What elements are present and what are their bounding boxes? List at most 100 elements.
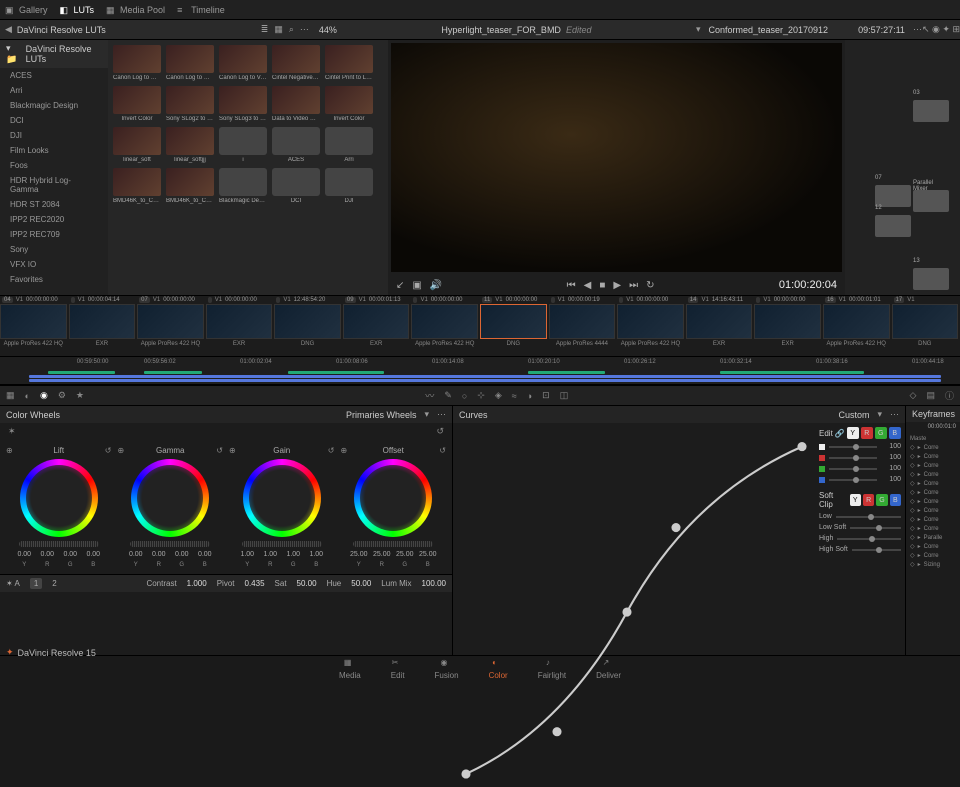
key-icon[interactable]: ◑ bbox=[527, 391, 532, 401]
jog-gamma[interactable] bbox=[130, 541, 210, 547]
sidebar-item[interactable]: Blackmagic Design bbox=[0, 98, 108, 113]
lut-item[interactable]: Cintel Print to Linear bbox=[325, 45, 373, 81]
node-2[interactable]: 2 bbox=[52, 579, 56, 588]
keyframe-row[interactable]: ◇▸Paralle bbox=[910, 534, 956, 541]
sidebar-item[interactable]: VFX IO bbox=[0, 257, 108, 272]
tab-luts[interactable]: ◧LUTs bbox=[60, 5, 95, 15]
sat-value[interactable]: 50.00 bbox=[297, 579, 317, 588]
keyframe-panel-icon[interactable]: ◇ bbox=[910, 390, 917, 401]
step-back-icon[interactable]: ◀ bbox=[584, 280, 592, 291]
slider-g[interactable] bbox=[829, 468, 877, 470]
step-fwd-icon[interactable]: ⏭ bbox=[629, 280, 638, 291]
slider-highsoft[interactable] bbox=[852, 549, 901, 551]
node-options-icon[interactable]: ⊞ bbox=[952, 24, 960, 34]
clip-thumb[interactable]: 07V100:00:00:00Apple ProRes 422 HQ bbox=[137, 296, 204, 356]
sidebar-item[interactable]: Arri bbox=[0, 83, 108, 98]
wheel-offset[interactable] bbox=[354, 459, 432, 537]
viewer-options-icon[interactable]: ⋯ bbox=[913, 24, 922, 35]
qualifier-icon[interactable]: ✎ bbox=[444, 390, 452, 401]
camera-raw-icon[interactable]: ▦ bbox=[6, 390, 15, 401]
sizing-icon[interactable]: ⊡ bbox=[542, 390, 550, 401]
clip-thumb[interactable]: V100:00:00:00EXR bbox=[754, 296, 821, 356]
page-media[interactable]: ▦Media bbox=[339, 658, 361, 680]
lut-item[interactable]: Invert Color bbox=[325, 86, 373, 122]
back-icon[interactable]: ◀ bbox=[0, 24, 17, 35]
keyframe-row[interactable]: ◇▸Corre bbox=[910, 498, 956, 505]
tab-gallery[interactable]: ▣Gallery bbox=[5, 5, 48, 15]
node-1[interactable]: 1 bbox=[30, 578, 42, 589]
lut-item[interactable]: linear_soft bbox=[113, 127, 161, 163]
loop-icon[interactable]: ↻ bbox=[646, 280, 654, 291]
clip-thumb[interactable]: V100:00:00:00Apple ProRes 422 HQ bbox=[411, 296, 478, 356]
lummix-value[interactable]: 100.00 bbox=[422, 579, 446, 588]
contrast-value[interactable]: 1.000 bbox=[187, 579, 207, 588]
node-graph[interactable]: 03Parallel Mixer071213 bbox=[845, 40, 960, 295]
mixer-icon[interactable]: ⚙ bbox=[58, 390, 66, 401]
lut-item[interactable]: Cintel Negative to Lin... bbox=[272, 45, 320, 81]
lut-item[interactable]: Blackmagic Design bbox=[219, 168, 267, 204]
lut-item[interactable]: Arri bbox=[325, 127, 373, 163]
ch-y[interactable]: Y bbox=[847, 427, 859, 439]
wheels-mode[interactable]: Primaries Wheels bbox=[346, 410, 417, 420]
playlist-icon[interactable]: ▾ bbox=[696, 24, 701, 35]
pivot-value[interactable]: 0.435 bbox=[245, 579, 265, 588]
lut-item[interactable]: Canon Log to Rec709 bbox=[166, 45, 214, 81]
blur-icon[interactable]: ≈ bbox=[512, 391, 517, 401]
view-list-icon[interactable]: ≣ bbox=[261, 24, 269, 35]
clip-thumb[interactable]: V100:00:04:14EXR bbox=[69, 296, 136, 356]
slider-lowsoft[interactable] bbox=[850, 527, 901, 529]
sidebar-item[interactable]: IPP2 REC2020 bbox=[0, 212, 108, 227]
sidebar-item[interactable]: ACES bbox=[0, 68, 108, 83]
stop-icon[interactable]: ■ bbox=[599, 280, 605, 291]
tab-timeline[interactable]: ≡Timeline bbox=[177, 5, 225, 15]
zoom-value[interactable]: 44% bbox=[319, 25, 337, 35]
chevron-down-icon[interactable]: ▾ bbox=[424, 409, 429, 420]
wheel-lift[interactable] bbox=[20, 459, 98, 537]
lut-item[interactable]: linear_softjjj bbox=[166, 127, 214, 163]
slider-b[interactable] bbox=[829, 479, 877, 481]
link-icon[interactable]: 🔗 bbox=[835, 429, 845, 438]
curves-tool-icon[interactable]: 〰 bbox=[425, 389, 434, 402]
wheel-icon[interactable]: ◉ bbox=[40, 390, 48, 401]
keyframe-row[interactable]: ◇▸Corre bbox=[910, 507, 956, 514]
clip-thumb[interactable]: V100:00:00:00EXR bbox=[206, 296, 273, 356]
lut-item[interactable]: Canon Log to Cineon bbox=[113, 45, 161, 81]
node[interactable]: 07 bbox=[875, 185, 911, 207]
prev-clip-icon[interactable]: ⏮ bbox=[567, 280, 576, 291]
wb-picker-icon[interactable]: ✶ bbox=[8, 426, 16, 437]
tracker-icon[interactable]: ⊹ bbox=[477, 390, 485, 401]
ch-g[interactable]: G bbox=[875, 427, 887, 439]
lut-item[interactable]: DCI bbox=[272, 168, 320, 204]
sc-b[interactable]: B bbox=[890, 494, 901, 506]
curves-options-icon[interactable]: ⋯ bbox=[890, 409, 899, 420]
jog-offset[interactable] bbox=[353, 541, 433, 547]
sidebar-item[interactable]: DCI bbox=[0, 113, 108, 128]
chevron-down-icon[interactable]: ▾ bbox=[877, 409, 882, 420]
sidebar-item[interactable]: HDR Hybrid Log-Gamma bbox=[0, 173, 108, 197]
ch-r[interactable]: R bbox=[861, 427, 873, 439]
hue-value[interactable]: 50.00 bbox=[351, 579, 371, 588]
clip-thumb[interactable]: 14V114:16:43:11EXR bbox=[686, 296, 753, 356]
keyframe-row[interactable]: ◇▸Corre bbox=[910, 489, 956, 496]
jog-lift[interactable] bbox=[19, 541, 99, 547]
lut-item[interactable]: BMD46K_to_Comet... bbox=[113, 168, 161, 204]
sc-r[interactable]: R bbox=[863, 494, 874, 506]
curves-mode[interactable]: Custom bbox=[838, 410, 869, 420]
clip-thumb[interactable]: 17V1DNG bbox=[892, 296, 959, 356]
options-icon[interactable]: ⋯ bbox=[300, 24, 309, 35]
stabilize-icon[interactable]: ◈ bbox=[495, 390, 502, 401]
keyframe-row[interactable]: ◇▸Corre bbox=[910, 525, 956, 532]
keyframe-row[interactable]: ◇▸Sizing bbox=[910, 561, 956, 568]
wheels-options-icon[interactable]: ⋯ bbox=[437, 409, 446, 420]
clip-thumb[interactable]: 09V100:00:01:13EXR bbox=[343, 296, 410, 356]
sidebar-item[interactable]: IPP2 REC709 bbox=[0, 227, 108, 242]
keyframe-row[interactable]: ◇▸Corre bbox=[910, 453, 956, 460]
a-toggle[interactable]: ✶ A bbox=[6, 579, 20, 588]
clip-thumb[interactable]: 04V100:00:00:00Apple ProRes 422 HQ bbox=[0, 296, 67, 356]
sidebar-item[interactable]: Sony bbox=[0, 242, 108, 257]
slider-low[interactable] bbox=[836, 516, 901, 518]
lut-item[interactable]: Sony SLog2 to Rec709 bbox=[166, 86, 214, 122]
slider-r[interactable] bbox=[829, 457, 877, 459]
tab-media-pool[interactable]: ▦Media Pool bbox=[106, 5, 165, 15]
node[interactable]: Parallel Mixer bbox=[913, 190, 949, 212]
